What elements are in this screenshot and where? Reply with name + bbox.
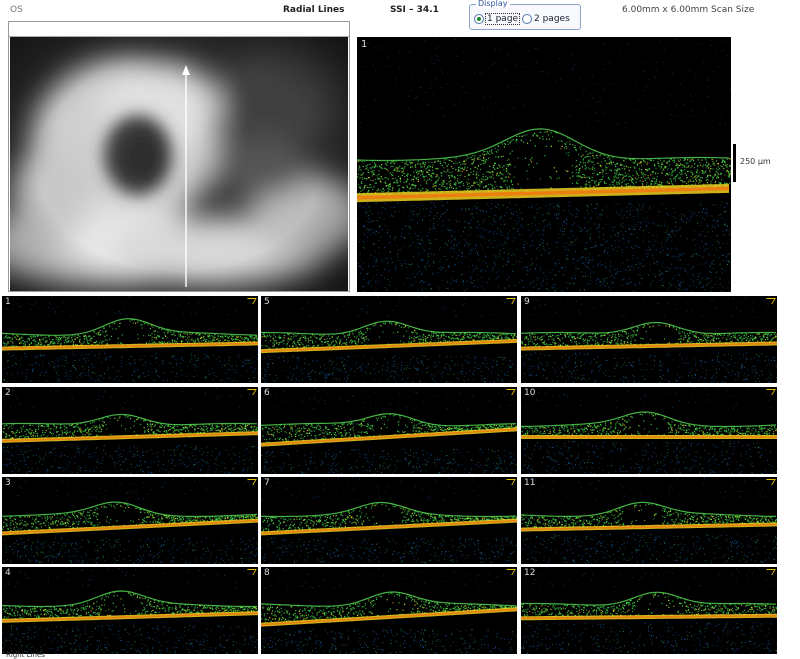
bscan-thumbnail-9[interactable]: 9 [521, 296, 777, 383]
bscan-thumbnail-1[interactable]: 1 [2, 296, 258, 383]
thumbnail-svg [261, 387, 517, 474]
thumbnail-svg [261, 567, 517, 654]
thumbnail-svg [2, 567, 258, 654]
thumbnail-number: 12 [524, 568, 535, 578]
bscan-thumbnail-12[interactable]: 12 [521, 567, 777, 654]
display-1-page-label: 1 page [486, 14, 519, 24]
bscan-thumbnail-2[interactable]: 2 [2, 387, 258, 474]
thumbnail-number: 9 [524, 297, 530, 307]
fundus-image[interactable] [10, 37, 348, 291]
top-bar: OS Radial Lines SSI – 34.1 6.00mm x 6.00… [0, 0, 800, 22]
thumbnail-number: 1 [5, 297, 11, 307]
bscan-thumbnail-5[interactable]: 5 [261, 296, 517, 383]
thumbnail-number: 11 [524, 478, 535, 488]
display-1-page-radio[interactable]: 1 page [474, 14, 519, 24]
thumbnail-svg [521, 296, 777, 383]
main-scan-number: 1 [361, 39, 367, 50]
scale-bar-label: 250 µm [740, 157, 771, 166]
bscan-thumbnail-8[interactable]: 8 [261, 567, 517, 654]
thumbnail-svg [261, 296, 517, 383]
thumbnail-number: 8 [264, 568, 270, 578]
radio-selected-icon [474, 14, 484, 24]
bscan-thumbnail-3[interactable]: 3 [2, 477, 258, 564]
bscan-thumbnail-6[interactable]: 6 [261, 387, 517, 474]
thumbnail-number: 3 [5, 478, 11, 488]
radio-unselected-icon [522, 14, 532, 24]
thumbnail-number: 2 [5, 388, 11, 398]
fundus-image-panel [8, 21, 350, 292]
ssi-label: SSI – 34.1 [390, 5, 439, 15]
thumbnail-svg [521, 567, 777, 654]
thumbnail-number: 4 [5, 568, 11, 578]
thumbnail-number: 6 [264, 388, 270, 398]
thumbnail-svg [2, 296, 258, 383]
thumbnail-svg [521, 477, 777, 564]
scale-bar [733, 144, 736, 182]
bscan-thumbnail-11[interactable]: 11 [521, 477, 777, 564]
scan-size-label: 6.00mm x 6.00mm Scan Size [622, 5, 754, 15]
bscan-thumbnail-4[interactable]: 4 [2, 567, 258, 654]
eye-label: OS [10, 5, 23, 15]
thumbnail-svg [521, 387, 777, 474]
fundus-title-strip [9, 22, 349, 37]
thumbnail-svg [261, 477, 517, 564]
main-bscan-svg [357, 37, 731, 292]
thumbnail-number: 5 [264, 297, 270, 307]
display-options-group: Display 1 page 2 pages [469, 4, 581, 30]
display-2-pages-radio[interactable]: 2 pages [522, 14, 570, 24]
display-legend: Display [476, 0, 510, 8]
main-bscan-image[interactable]: 1 [357, 37, 731, 292]
bscan-thumbnail-10[interactable]: 10 [521, 387, 777, 474]
thumbnail-number: 7 [264, 478, 270, 488]
display-2-pages-label: 2 pages [534, 14, 570, 24]
fundus-svg [10, 37, 348, 291]
scan-type-label: Radial Lines [283, 5, 345, 15]
thumbnail-svg [2, 387, 258, 474]
thumbnail-svg [2, 477, 258, 564]
thumbnail-number: 10 [524, 388, 535, 398]
bscan-thumbnail-7[interactable]: 7 [261, 477, 517, 564]
